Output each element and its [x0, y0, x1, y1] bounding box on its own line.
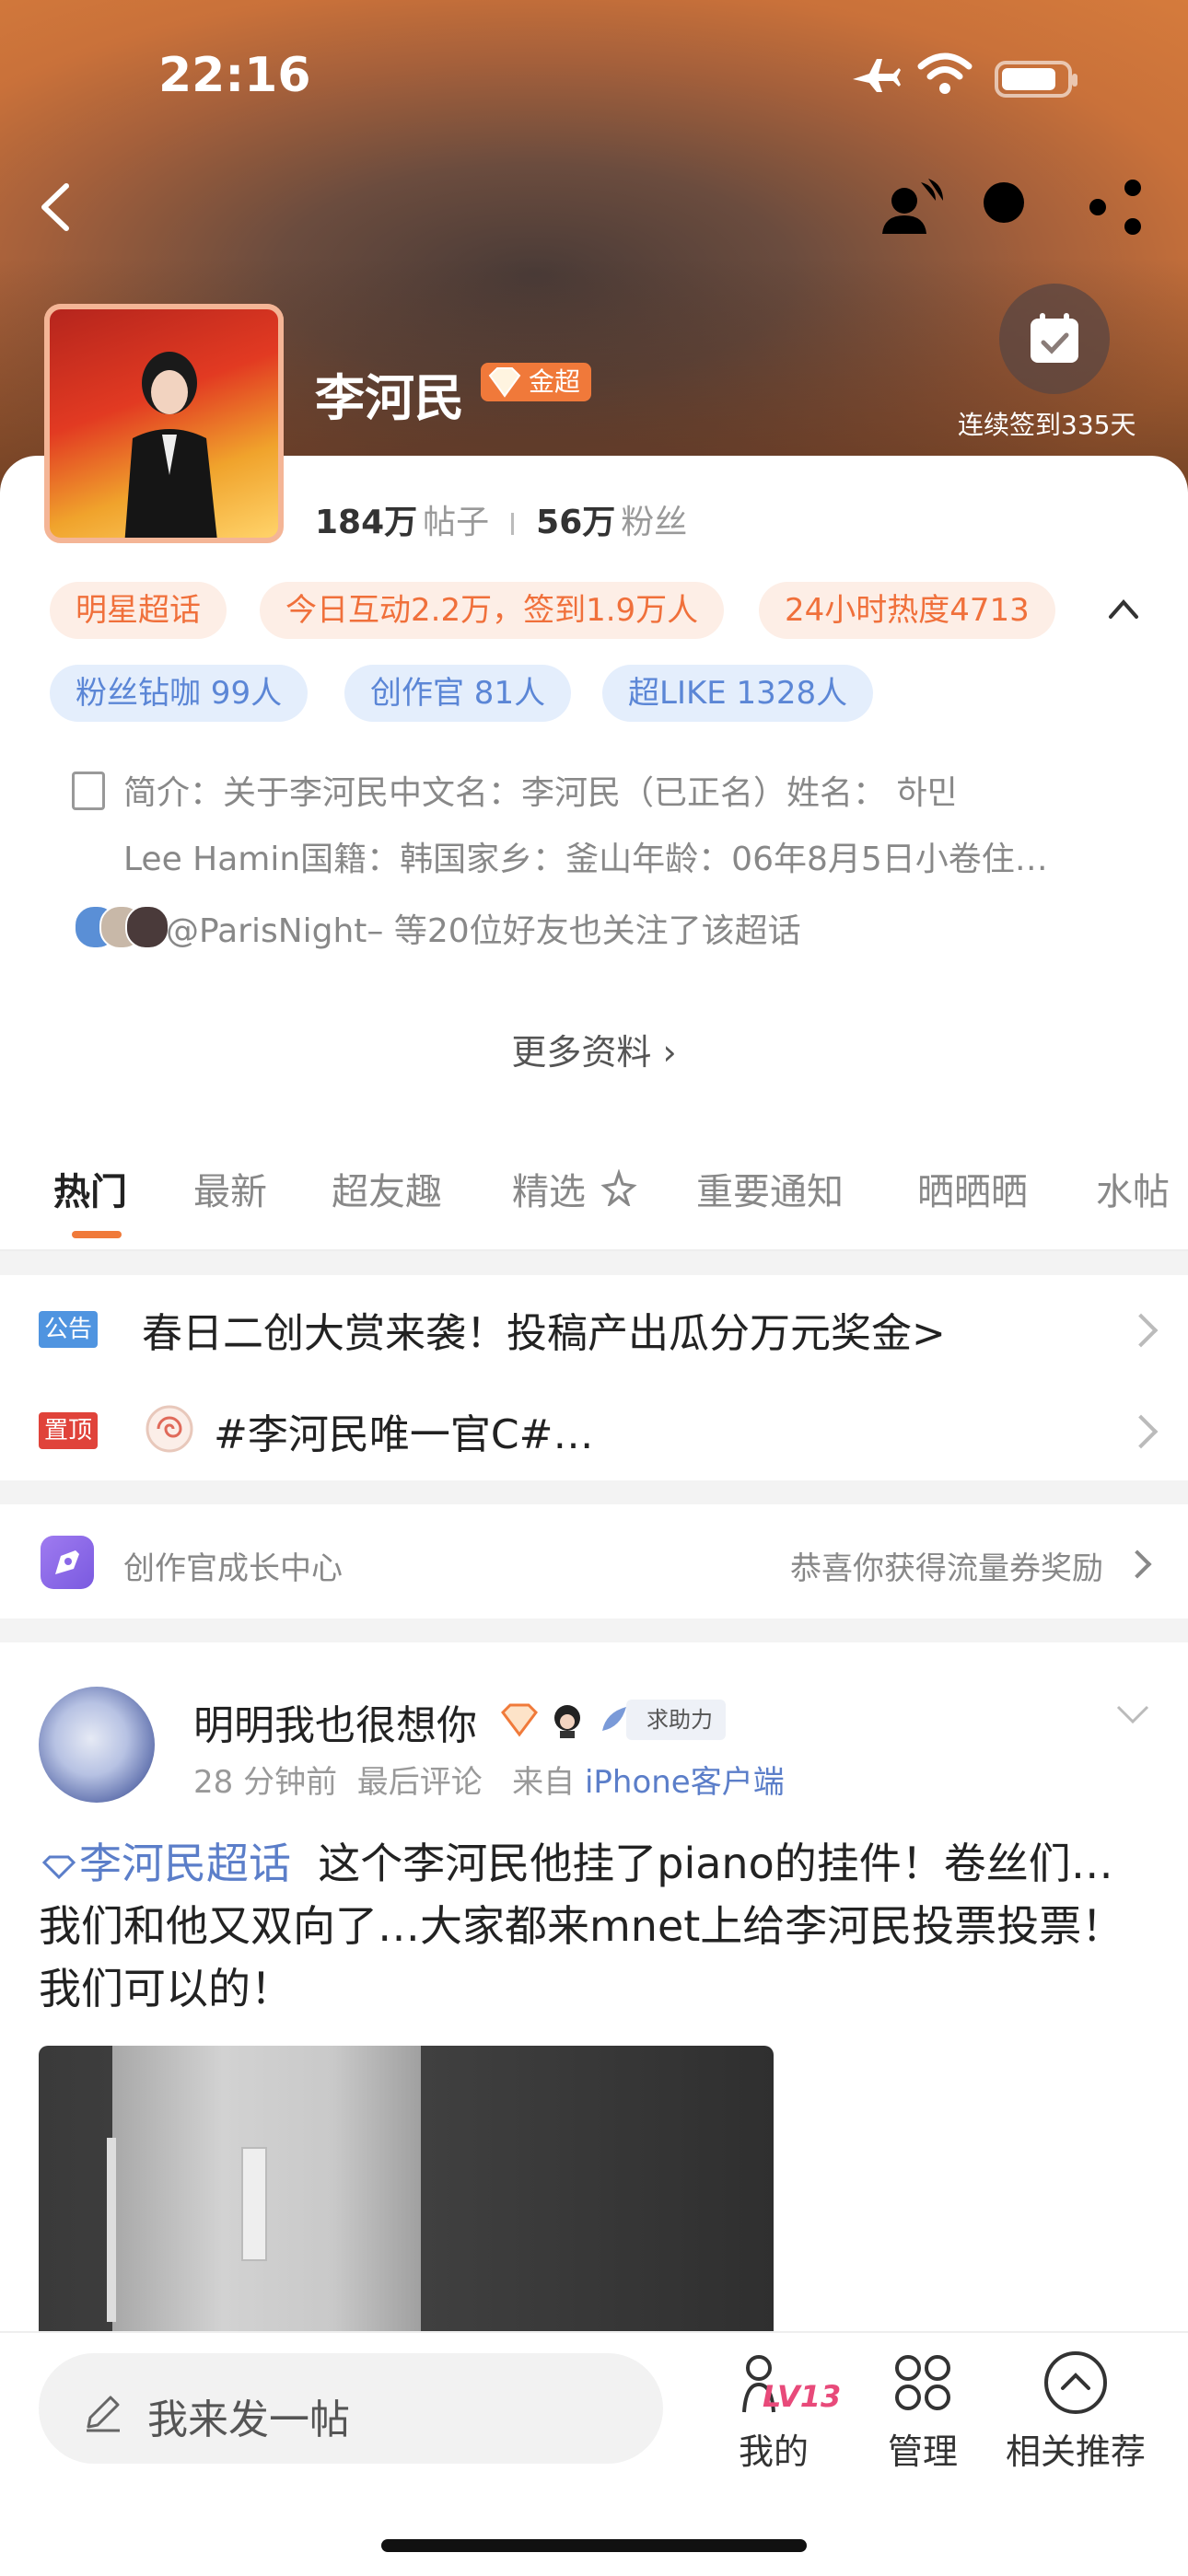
- tab-bar: 热门 最新 超友趣 精选 重要通知 晒晒晒 水帖: [0, 1162, 1188, 1245]
- badge-label: 金超: [529, 366, 581, 397]
- lollipop-icon: [146, 1405, 193, 1453]
- nav-related-label[interactable]: 相关推荐: [1002, 2423, 1149, 2474]
- checkin-label: 连续签到335天: [958, 410, 1136, 440]
- battery-icon: [995, 61, 1077, 98]
- pencil-icon: [87, 2396, 120, 2432]
- tab-hot[interactable]: 热门: [53, 1162, 127, 1215]
- status-time: 22:16: [158, 48, 311, 103]
- manage-icon[interactable]: [890, 2350, 956, 2416]
- post-source[interactable]: iPhone客户端: [585, 1764, 785, 1801]
- post-last-comment: 最后评论: [356, 1764, 483, 1801]
- level-badge: LV13: [763, 2379, 842, 2414]
- diamond-icon: [488, 367, 521, 398]
- posts-count: 184万: [315, 504, 418, 541]
- chip-creator[interactable]: 创作官 81人: [344, 665, 572, 722]
- gold-super-badge: 金超: [481, 363, 592, 401]
- fans-count: 56万: [536, 504, 616, 541]
- chip-star-topic[interactable]: 明星超话: [50, 582, 227, 639]
- chevron-down-icon[interactable]: [1114, 1703, 1151, 1725]
- wifi-icon: [917, 52, 973, 94]
- post-author-name[interactable]: 明明我也很想你: [193, 1692, 477, 1751]
- creator-center-icon: [41, 1536, 94, 1589]
- chip-super-like[interactable]: 超LIKE 1328人: [602, 665, 874, 722]
- airplane-icon: [853, 59, 901, 92]
- topic-label: 李河民超话: [79, 1839, 291, 1888]
- tab-fun[interactable]: 超友趣: [332, 1162, 442, 1215]
- image-door-handle: [107, 2138, 116, 2322]
- tab-casual[interactable]: 水帖: [1096, 1162, 1170, 1215]
- post-author-avatar[interactable]: [39, 1687, 155, 1803]
- more-info-link[interactable]: 更多资料 ›: [0, 1024, 1188, 1074]
- checkin-button[interactable]: [999, 284, 1110, 394]
- chevron-right-icon: ›: [662, 1032, 677, 1073]
- stats: 184万 帖子 56万 粉丝: [315, 495, 687, 543]
- more-info-label: 更多资料: [511, 1032, 652, 1073]
- intro-line2: Lee Hamin国籍：韩国家乡：釜山年龄：06年8月5日小卷住…: [123, 841, 1048, 878]
- character-badge-icon: [554, 1705, 580, 1738]
- nav-mine-label[interactable]: 我的: [700, 2423, 847, 2474]
- tab-active-indicator: [72, 1231, 122, 1238]
- tab-showoff[interactable]: 晒晒晒: [917, 1162, 1028, 1215]
- section-separator: [0, 1619, 1188, 1642]
- post-time: 28 分钟前: [193, 1764, 338, 1801]
- nav-manage-label[interactable]: 管理: [849, 2423, 996, 2474]
- topic-link[interactable]: 李河民超话: [39, 1839, 291, 1888]
- image-switch: [241, 2147, 267, 2261]
- section-separator: [0, 1251, 1188, 1275]
- creator-reward-text[interactable]: 恭喜你获得流量券奖励: [790, 1543, 1103, 1588]
- notice-tag: 公告: [39, 1311, 98, 1348]
- search-icon[interactable]: [976, 175, 1041, 239]
- status-bar: 22:16: [0, 0, 1188, 147]
- post-meta: 28 分钟前 最后评论 来自 iPhone客户端: [193, 1757, 785, 1802]
- help-tag[interactable]: 求助力: [626, 1700, 726, 1740]
- nav-mine[interactable]: LV13: [718, 2351, 841, 2425]
- avatar-overlay[interactable]: [44, 304, 284, 543]
- notice-text[interactable]: 春日二创大赏来袭！投稿产出瓜分万元奖金>: [142, 1300, 946, 1359]
- stats-divider: [511, 513, 515, 535]
- tab-featured[interactable]: 精选: [512, 1162, 586, 1215]
- avatar-photo-front: [124, 352, 217, 538]
- back-icon[interactable]: [28, 175, 83, 239]
- diamond-badge-icon: [501, 1703, 538, 1737]
- friends-following-text[interactable]: @ParisNight– 等20位好友也关注了该超话: [166, 904, 801, 952]
- document-icon: [72, 772, 105, 810]
- post-from: 来自: [512, 1764, 576, 1801]
- compose-input[interactable]: [39, 2353, 663, 2464]
- arrow-up-circle-icon[interactable]: [1042, 2350, 1109, 2416]
- creator-center-label[interactable]: 创作官成长中心: [123, 1543, 343, 1588]
- diamond-icon: [41, 1855, 76, 1879]
- tab-latest[interactable]: 最新: [193, 1162, 267, 1215]
- page-title: 李河民: [315, 369, 464, 427]
- friend-avatar: [125, 905, 169, 949]
- compose-placeholder: 我来发一帖: [147, 2396, 350, 2443]
- posts-label: 帖子: [423, 504, 490, 541]
- section-separator: [0, 1480, 1188, 1504]
- share-icon[interactable]: [1085, 177, 1149, 238]
- intro-line1: 简介：关于李河民中文名：李河民（已正名）姓名： 하민: [123, 774, 958, 812]
- home-indicator: [381, 2539, 807, 2552]
- chip-fan-diamond[interactable]: 粉丝钻咖 99人: [50, 665, 309, 722]
- calendar-check-icon: [1031, 313, 1078, 363]
- chip-daily-activity[interactable]: 今日互动2.2万，签到1.9万人: [260, 582, 725, 639]
- members-icon[interactable]: [875, 175, 945, 239]
- chevron-up-icon[interactable]: [1107, 597, 1140, 621]
- sparkle-icon: [600, 1169, 637, 1206]
- pinned-tag: 置顶: [39, 1412, 98, 1449]
- post-body[interactable]: 李河民超话 这个李河民他挂了piano的挂件！卷丝们…我们和他又双向了…大家都来…: [39, 1832, 1149, 2020]
- tab-important[interactable]: 重要通知: [696, 1162, 844, 1215]
- pinned-text[interactable]: #李河民唯一官C#…: [214, 1401, 593, 1460]
- fans-label: 粉丝: [621, 504, 688, 541]
- chip-24h-heat[interactable]: 24小时热度4713: [759, 582, 1055, 639]
